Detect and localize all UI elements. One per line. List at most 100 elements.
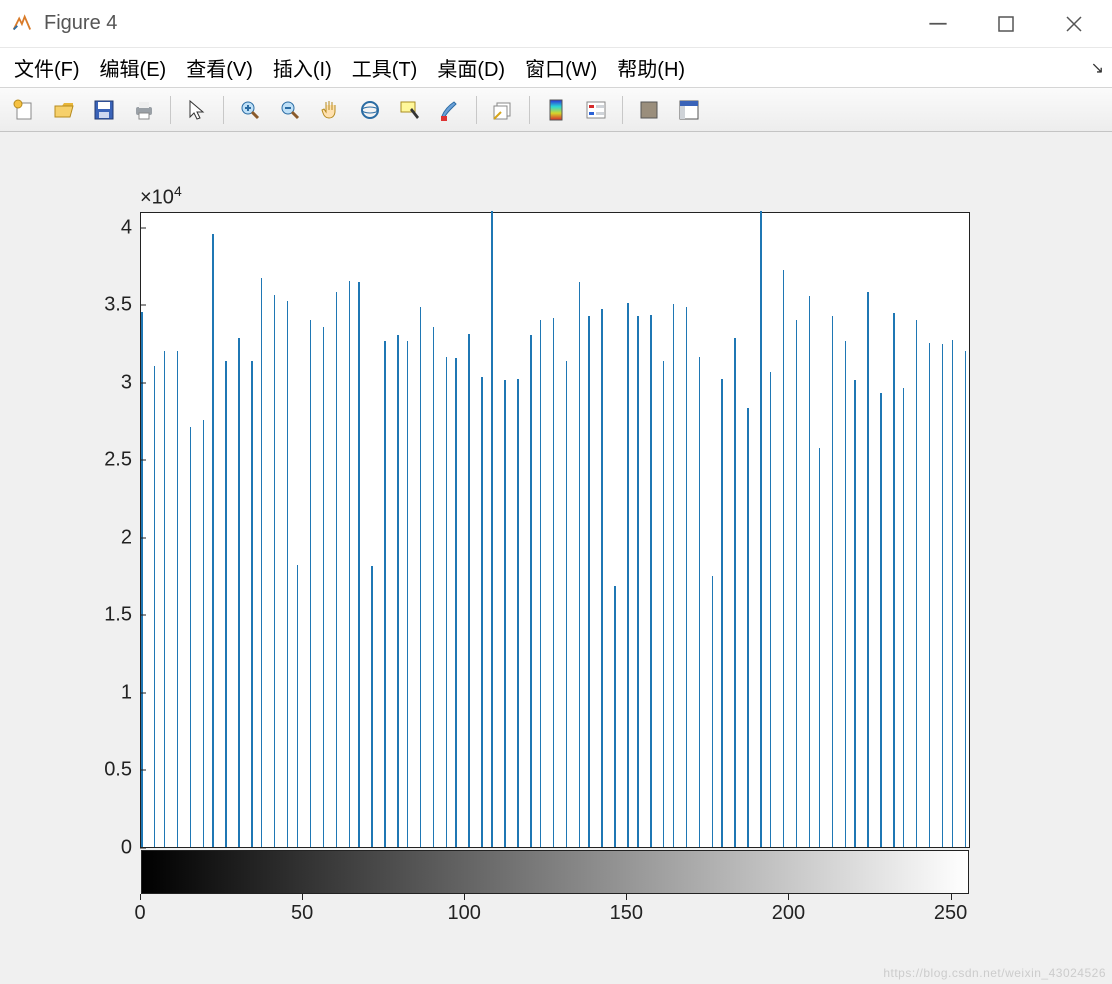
stem-bar: [164, 351, 166, 847]
x-tick-mark: [788, 894, 789, 900]
stem-bar: [336, 292, 338, 847]
stem-bar: [760, 211, 762, 847]
stem-bar: [397, 335, 399, 847]
toolbar-separator: [529, 96, 530, 124]
menu-edit[interactable]: 编辑(E): [90, 49, 177, 86]
stem-bar: [832, 316, 834, 847]
y-tick-label: 0.5: [72, 759, 132, 782]
close-button[interactable]: [1064, 14, 1084, 34]
stem-bar: [566, 361, 568, 847]
rotate3d-icon[interactable]: [352, 93, 388, 127]
stem-bar: [916, 320, 918, 847]
pan-icon[interactable]: [312, 93, 348, 127]
stem-bar: [384, 341, 386, 847]
stem-bar: [809, 296, 811, 847]
stem-bar: [323, 327, 325, 847]
stem-bar: [446, 357, 448, 847]
stem-bar: [712, 576, 714, 847]
stem-bar: [468, 334, 470, 847]
stem-bar: [504, 380, 506, 847]
stem-bar: [251, 361, 253, 847]
menu-desktop[interactable]: 桌面(D): [427, 49, 515, 86]
watermark-text: https://blog.csdn.net/weixin_43024526: [883, 966, 1106, 980]
hide-plot-tools-icon[interactable]: [631, 93, 667, 127]
y-axis-exponent: ×104: [140, 183, 182, 210]
stem-bar: [261, 278, 263, 847]
stem-bar: [433, 327, 435, 847]
stem-bar: [627, 303, 629, 847]
y-tick-mark: [140, 382, 146, 383]
stem-bar: [190, 427, 192, 847]
x-tick-label: 100: [448, 902, 481, 925]
stem-bar: [481, 377, 483, 847]
titlebar: Figure 4 ─: [0, 0, 1112, 48]
stem-bar: [141, 312, 143, 847]
stem-bar: [238, 338, 240, 847]
toolbar-separator: [622, 96, 623, 124]
stem-bar: [929, 343, 931, 847]
stem-bar: [553, 318, 555, 847]
x-tick-mark: [626, 894, 627, 900]
stem-bar: [650, 315, 652, 847]
chart-axes[interactable]: [140, 212, 970, 848]
menu-view[interactable]: 查看(V): [176, 49, 263, 86]
y-tick-label: 3.5: [72, 294, 132, 317]
stem-bar: [845, 341, 847, 847]
stem-bar: [212, 234, 214, 847]
stem-bar: [783, 270, 785, 847]
x-tick-mark: [140, 894, 141, 900]
y-tick-mark: [140, 615, 146, 616]
stem-bar: [903, 388, 905, 847]
dock-arrow-icon[interactable]: ↘: [1091, 58, 1104, 78]
stem-bar: [455, 358, 457, 847]
stem-bar: [310, 320, 312, 847]
menu-file[interactable]: 文件(F): [4, 49, 90, 86]
y-tick-label: 2.5: [72, 449, 132, 472]
stem-bar: [663, 361, 665, 847]
y-tick-mark: [140, 848, 146, 849]
show-plot-tools-icon[interactable]: [671, 93, 707, 127]
y-tick-mark: [140, 537, 146, 538]
legend-icon[interactable]: [578, 93, 614, 127]
toolbar-separator: [170, 96, 171, 124]
y-tick-mark: [140, 305, 146, 306]
y-tick-mark: [140, 770, 146, 771]
stem-bar: [420, 307, 422, 847]
stem-bar: [747, 408, 749, 847]
zoom-out-icon[interactable]: [272, 93, 308, 127]
matlab-app-icon: [10, 13, 32, 35]
colorbar-icon[interactable]: [538, 93, 574, 127]
zoom-in-icon[interactable]: [232, 93, 268, 127]
y-tick-mark: [140, 692, 146, 693]
save-icon[interactable]: [86, 93, 122, 127]
stem-bar: [225, 361, 227, 847]
colorbar-gray: [141, 850, 969, 894]
link-icon[interactable]: [485, 93, 521, 127]
y-tick-label: 2: [72, 526, 132, 549]
print-icon[interactable]: [126, 93, 162, 127]
open-icon[interactable]: [46, 93, 82, 127]
stem-bar: [349, 281, 351, 847]
x-tick-label: 250: [934, 902, 967, 925]
toolbar: [0, 88, 1112, 132]
menu-help[interactable]: 帮助(H): [607, 49, 695, 86]
stem-bar: [407, 341, 409, 847]
menu-insert[interactable]: 插入(I): [263, 49, 342, 86]
toolbar-separator: [476, 96, 477, 124]
y-tick-label: 1.5: [72, 604, 132, 627]
pointer-icon[interactable]: [179, 93, 215, 127]
y-tick-label: 0: [72, 837, 132, 860]
datacursor-icon[interactable]: [392, 93, 428, 127]
minimize-button[interactable]: ─: [928, 14, 948, 34]
menu-tools[interactable]: 工具(T): [342, 49, 428, 86]
maximize-button[interactable]: [996, 14, 1016, 34]
new-figure-icon[interactable]: [6, 93, 42, 127]
stem-bar: [297, 565, 299, 847]
stem-bar: [530, 335, 532, 847]
brush-icon[interactable]: [432, 93, 468, 127]
y-tick-label: 3: [72, 371, 132, 394]
y-tick-mark: [140, 460, 146, 461]
stem-bar: [854, 380, 856, 847]
x-tick-label: 0: [134, 902, 145, 925]
menu-window[interactable]: 窗口(W): [515, 49, 607, 86]
